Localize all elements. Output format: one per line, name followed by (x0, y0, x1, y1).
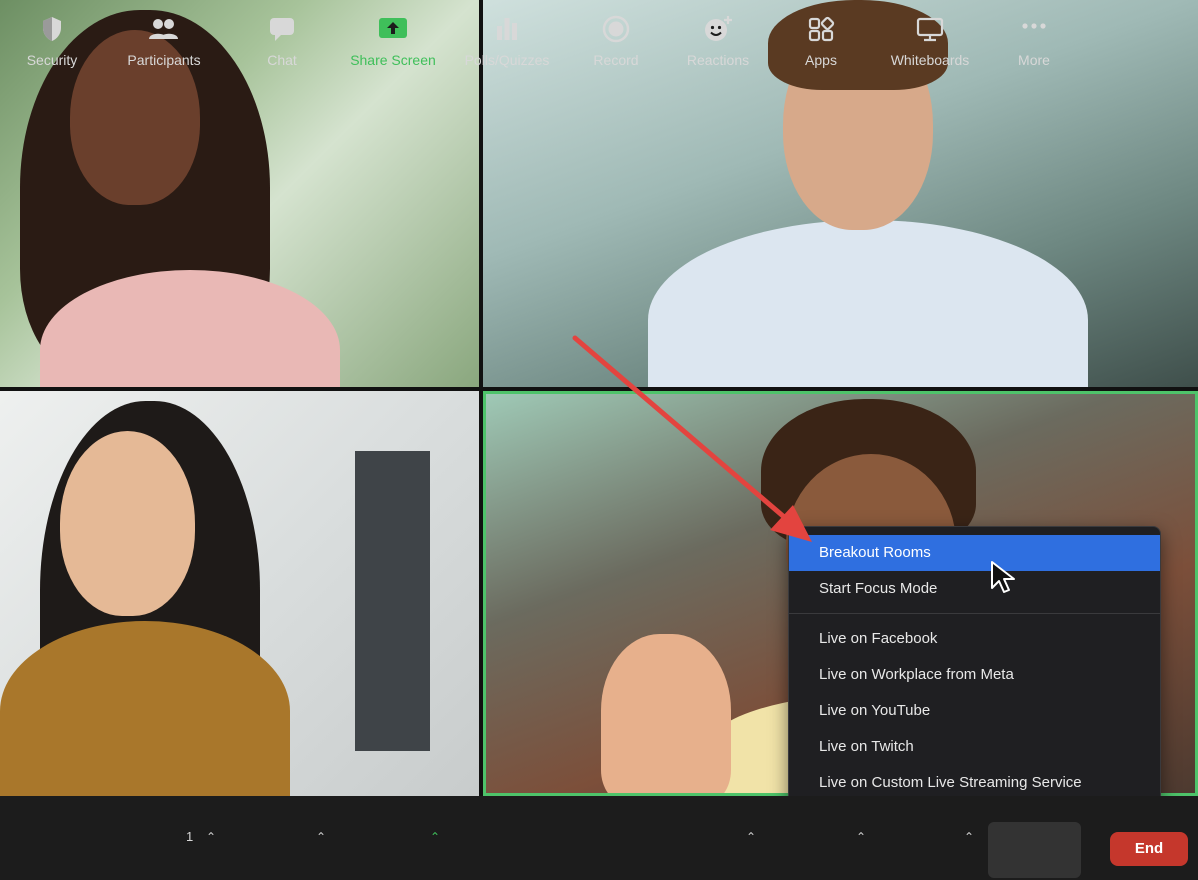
more-label: More (1018, 52, 1050, 68)
shield-icon (43, 17, 61, 41)
participants-label: Participants (127, 52, 201, 68)
end-meeting-button[interactable]: End (1110, 832, 1188, 866)
record-label: Record (593, 52, 639, 68)
menu-divider (789, 613, 1160, 614)
meeting-window: Breakout Rooms Start Focus Mode Live on … (0, 0, 1198, 880)
video-tile-participant-3[interactable] (0, 391, 479, 796)
menu-item-breakout-rooms[interactable]: Breakout Rooms (789, 535, 1160, 571)
security-button[interactable]: Security (14, 14, 90, 78)
waving-hand (601, 634, 731, 793)
smiley-plus-icon (705, 16, 732, 41)
share-screen-button[interactable]: Share Screen (342, 14, 444, 78)
polls-quizzes-label: Polls/Quizzes (464, 52, 550, 68)
chat-chevron-up-icon[interactable]: ⌃ (316, 830, 326, 844)
menu-item-live-on-facebook[interactable]: Live on Facebook (789, 621, 1160, 657)
apps-button[interactable]: Apps (796, 14, 846, 78)
apps-label: Apps (805, 52, 837, 68)
share-screen-icon (379, 18, 407, 38)
share-screen-chevron-up-icon[interactable]: ⌃ (430, 830, 440, 844)
participants-button[interactable]: Participants (118, 14, 210, 78)
menu-item-live-on-twitch[interactable]: Live on Twitch (789, 729, 1160, 765)
chat-label: Chat (267, 52, 297, 68)
menu-item-live-on-workplace[interactable]: Live on Workplace from Meta (789, 657, 1160, 693)
doorway (355, 451, 430, 751)
bar-chart-icon (497, 18, 517, 40)
reactions-label: Reactions (686, 52, 750, 68)
more-button[interactable]: More (996, 14, 1072, 78)
polls-quizzes-button[interactable]: Polls/Quizzes (458, 14, 556, 78)
menu-item-live-on-youtube[interactable]: Live on YouTube (789, 693, 1160, 729)
chat-bubble-icon (270, 18, 294, 41)
whiteboard-icon (916, 17, 944, 42)
apps-chevron-up-icon[interactable]: ⌃ (856, 830, 866, 844)
whiteboards-button[interactable]: Whiteboards (884, 14, 976, 78)
record-button[interactable]: Record (584, 14, 648, 78)
whiteboards-label: Whiteboards (890, 52, 970, 68)
participants-count: 1 (186, 829, 194, 844)
menu-item-start-focus-mode[interactable]: Start Focus Mode (789, 571, 1160, 607)
security-label: Security (26, 52, 78, 68)
more-menu: Breakout Rooms Start Focus Mode Live on … (788, 526, 1161, 809)
whiteboards-chevron-up-icon[interactable]: ⌃ (964, 830, 974, 844)
chat-button[interactable]: Chat (252, 14, 312, 78)
record-icon (602, 15, 630, 43)
ellipsis-icon (1022, 23, 1046, 29)
participants-icon (149, 19, 178, 39)
reactions-button[interactable]: Reactions (678, 14, 758, 78)
apps-icon (808, 16, 835, 42)
more-button-highlight (988, 822, 1081, 878)
reactions-chevron-up-icon[interactable]: ⌃ (746, 830, 756, 844)
participants-chevron-up-icon[interactable]: ⌃ (206, 830, 216, 844)
share-screen-label: Share Screen (350, 52, 436, 68)
